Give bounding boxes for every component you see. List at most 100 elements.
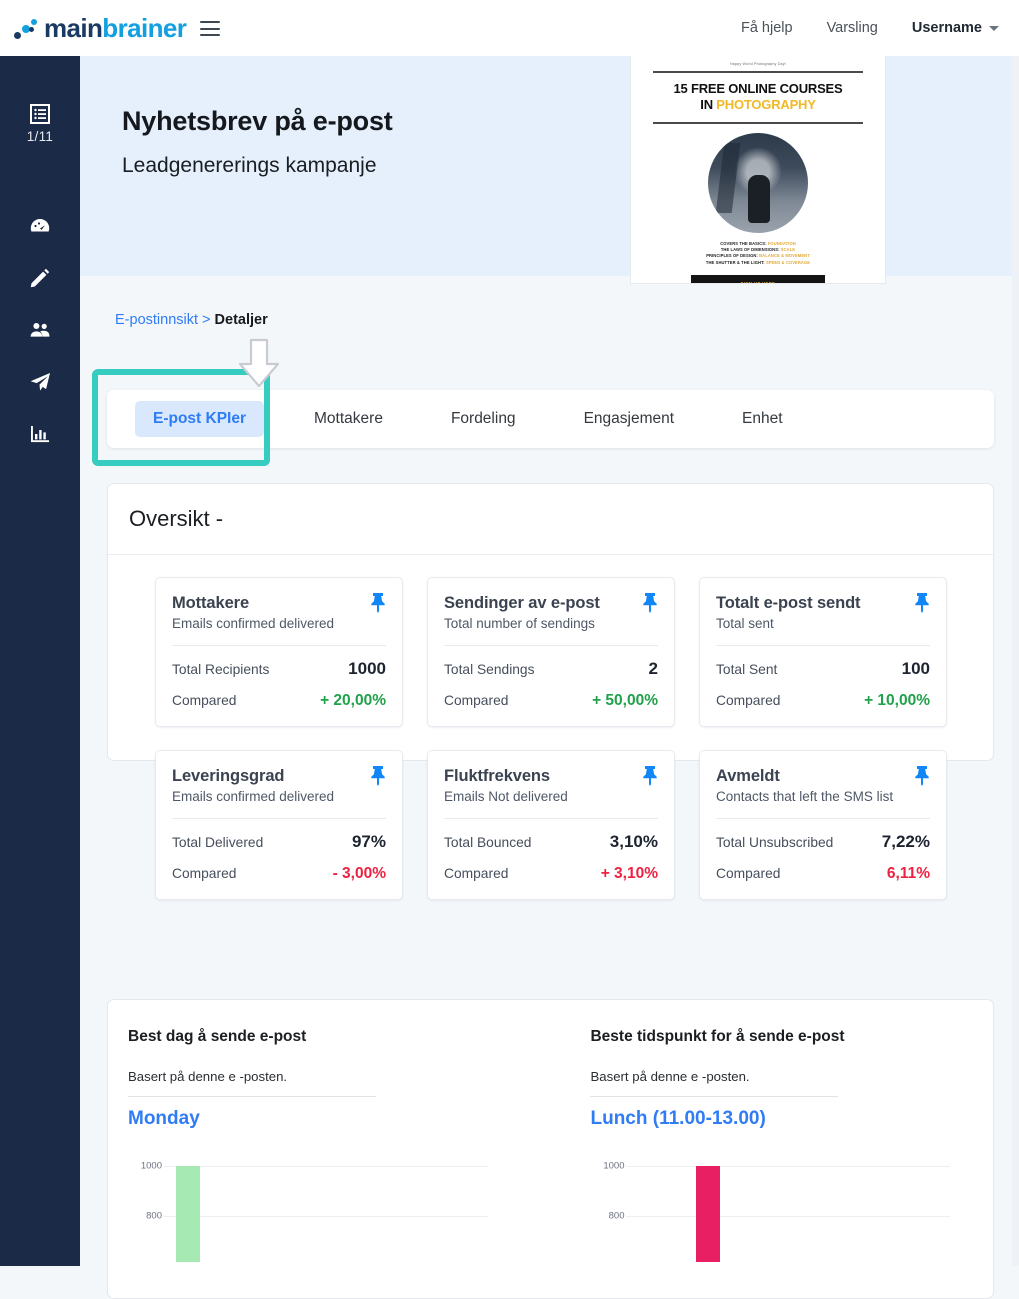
sidebar-item-dashboard[interactable]	[28, 214, 52, 238]
y-axis-tick: 1000	[141, 1161, 162, 1172]
kpi-divider	[716, 645, 930, 646]
kpi-metric-label: Total Sendings	[444, 662, 535, 677]
kpi-card-sendings[interactable]: Sendinger av e-post Total number of send…	[427, 577, 675, 727]
tab-distribution[interactable]: Fordeling	[433, 401, 534, 437]
paper-plane-icon	[28, 370, 52, 394]
kpi-compare-value: - 3,00%	[333, 865, 386, 883]
pencil-icon	[28, 266, 52, 290]
gridline	[164, 1166, 488, 1167]
brand-name-part1: main	[44, 13, 102, 43]
tab-engagement[interactable]: Engasjement	[566, 401, 692, 437]
thumbnail-divider-bottom	[653, 122, 863, 124]
arrow-down-icon	[236, 338, 282, 390]
thumbnail-bullet-label: COVERS THE BASICS:	[720, 241, 766, 246]
thumbnail-cta-button[interactable]: SIGN UP HERE	[691, 275, 825, 284]
kpi-metric-value: 3,10%	[610, 832, 658, 852]
bar-chart-icon	[28, 422, 52, 446]
y-axis-tick: 800	[146, 1211, 162, 1222]
kpi-metric-value: 2	[649, 659, 658, 679]
gridline	[164, 1216, 488, 1217]
logo-dots-icon	[14, 15, 42, 41]
thumbnail-cta-label: SIGN UP HERE	[741, 281, 776, 284]
pin-icon[interactable]	[368, 591, 388, 613]
people-icon	[28, 318, 52, 342]
kpi-subtitle: Total number of sendings	[444, 616, 658, 631]
kpi-card-bounce-rate[interactable]: Fluktfrekvens Emails Not delivered Total…	[427, 750, 675, 900]
page-scrollbar[interactable]	[1012, 56, 1019, 1266]
pin-icon[interactable]	[640, 764, 660, 786]
pin-icon[interactable]	[640, 591, 660, 613]
breadcrumb: E-postinnsikt > Detaljer	[115, 312, 268, 328]
kpi-metric-label: Total Delivered	[172, 835, 263, 850]
email-preview-thumbnail[interactable]: Happy World Photography Day! 15 FREE ONL…	[630, 49, 886, 284]
hamburger-icon[interactable]	[200, 20, 220, 36]
kpi-title: Sendinger av e-post	[444, 594, 658, 613]
breadcrumb-root-link[interactable]: E-postinnsikt	[115, 312, 198, 328]
kpi-card-recipients[interactable]: Mottakere Emails confirmed delivered Tot…	[155, 577, 403, 727]
kpi-metric-value: 1000	[348, 659, 386, 679]
pin-icon[interactable]	[912, 764, 932, 786]
overview-card-header: Oversikt -	[108, 484, 993, 555]
thumbnail-bullet-value: FOUNDATION	[767, 241, 796, 246]
kpi-card-total-sent[interactable]: Totalt e-post sendt Total sent Total Sen…	[699, 577, 947, 727]
kpi-title: Mottakere	[172, 594, 386, 613]
kpi-subtitle: Emails Not delivered	[444, 789, 658, 804]
kpi-metric-label: Total Sent	[716, 662, 777, 677]
bar-lunch	[696, 1166, 720, 1262]
sidebar-item-audience[interactable]	[28, 318, 52, 342]
help-link[interactable]: Få hjelp	[741, 20, 793, 36]
bar-monday	[176, 1166, 200, 1262]
sidebar-item-analytics[interactable]	[28, 422, 52, 446]
brand-name-part2: brainer	[102, 13, 186, 43]
sidebar-item-create[interactable]	[28, 266, 52, 290]
gridline	[626, 1216, 950, 1217]
sidebar-item-send[interactable]	[28, 370, 52, 394]
best-time-chart-panel: Beste tidspunkt for å sende e-post Baser…	[550, 1028, 993, 1262]
kpi-compare-value: + 20,00%	[320, 692, 386, 710]
best-time-answer: Lunch (11.00-13.00)	[590, 1108, 993, 1130]
pin-icon[interactable]	[368, 764, 388, 786]
y-axis-tick: 1000	[603, 1161, 624, 1172]
list-icon	[28, 102, 52, 126]
pin-icon[interactable]	[912, 591, 932, 613]
thumbnail-photo	[708, 133, 808, 233]
kpi-metric-label: Total Recipients	[172, 662, 269, 677]
notification-link[interactable]: Varsling	[827, 20, 878, 36]
kpi-divider	[444, 645, 658, 646]
tab-recipients[interactable]: Mottakere	[296, 401, 401, 437]
tab-email-kpis[interactable]: E-post KPIer	[135, 401, 264, 437]
kpi-metric-label: Total Unsubscribed	[716, 835, 833, 850]
best-day-subtitle: Basert på denne e -posten.	[128, 1069, 550, 1084]
top-bar: mainbrainer Få hjelp Varsling Username	[0, 0, 1019, 56]
kpi-card-unsubscribed[interactable]: Avmeldt Contacts that left the SMS list …	[699, 750, 947, 900]
best-day-chart-panel: Best dag å sende e-post Basert på denne …	[108, 1028, 550, 1262]
tab-bar: E-post KPIer Mottakere Fordeling Engasje…	[107, 390, 994, 448]
thumbnail-bullet-label: PRINCIPLES OF DESIGN:	[706, 253, 758, 258]
kpi-card-delivery-rate[interactable]: Leveringsgrad Emails confirmed delivered…	[155, 750, 403, 900]
brand-logo[interactable]: mainbrainer	[14, 13, 186, 44]
best-time-plot: 1000 800	[590, 1152, 950, 1262]
thumbnail-divider-top	[653, 71, 863, 73]
kpi-title: Totalt e-post sendt	[716, 594, 930, 613]
thumbnail-bullet-value: SPEED & COVERAGE	[765, 260, 810, 265]
tab-device[interactable]: Enhet	[724, 401, 801, 437]
kpi-divider	[172, 818, 386, 819]
best-time-title: Beste tidspunkt for å sende e-post	[590, 1028, 993, 1046]
best-day-answer: Monday	[128, 1108, 550, 1130]
kpi-subtitle: Contacts that left the SMS list	[716, 789, 930, 804]
user-menu[interactable]: Username	[912, 20, 999, 36]
best-day-title: Best dag å sende e-post	[128, 1028, 550, 1046]
dashboard-icon	[28, 214, 52, 238]
thumbnail-bullet-value: SCALE	[780, 247, 796, 252]
thumbnail-bullet-value: BALANCE & MOVEMENT	[758, 253, 810, 258]
sidebar-item-campaign-list[interactable]: 1/11	[27, 102, 53, 144]
thumbnail-kicker: Happy World Photography Day!	[645, 62, 871, 66]
kpi-compare-label: Compared	[716, 866, 780, 881]
kpi-subtitle: Emails confirmed delivered	[172, 789, 386, 804]
best-day-plot: 1000 800	[128, 1152, 488, 1262]
y-axis-tick: 800	[609, 1211, 625, 1222]
kpi-metric-value: 97%	[352, 832, 386, 852]
kpi-compare-label: Compared	[172, 866, 236, 881]
kpi-compare-value: 6,11%	[887, 865, 930, 883]
kpi-title: Avmeldt	[716, 767, 930, 786]
